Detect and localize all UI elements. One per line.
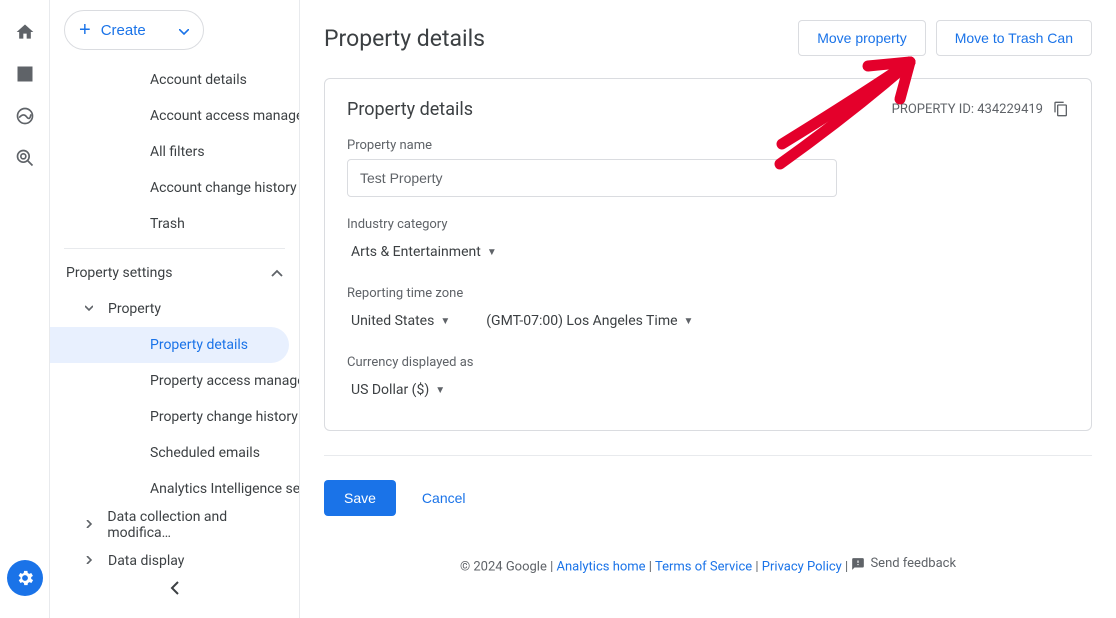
timezone-label: Reporting time zone xyxy=(347,286,1069,301)
create-label: Create xyxy=(101,22,146,39)
timezone-country-select[interactable]: United States ▼ xyxy=(347,307,454,335)
sidebar-item-scheduled-emails[interactable]: Scheduled emails xyxy=(50,435,299,471)
industry-label: Industry category xyxy=(347,217,1069,232)
sidebar-item-analytics-intelligence[interactable]: Analytics Intelligence sear… xyxy=(50,471,299,507)
caret-down-icon: ▼ xyxy=(435,385,445,396)
sidebar-item-property-change-history[interactable]: Property change history xyxy=(50,399,299,435)
plus-icon: + xyxy=(79,19,91,42)
property-details-card: PROPERTY ID: 434229419 Property details … xyxy=(324,78,1092,431)
property-id: PROPERTY ID: 434229419 xyxy=(892,101,1069,117)
caret-right-icon xyxy=(84,520,93,531)
cancel-button[interactable]: Cancel xyxy=(414,482,474,514)
caret-right-icon xyxy=(84,556,94,567)
create-button[interactable]: + Create xyxy=(64,10,204,50)
send-feedback-button[interactable]: Send feedback xyxy=(851,556,956,571)
copy-icon[interactable] xyxy=(1053,101,1069,117)
sidebar-section-property-settings[interactable]: Property settings xyxy=(50,255,299,291)
footer-privacy-link[interactable]: Privacy Policy xyxy=(762,560,842,575)
footer-copyright: © 2024 Google xyxy=(460,560,547,575)
sidebar-item-property-access[interactable]: Property access managem… xyxy=(50,363,299,399)
advertising-icon[interactable] xyxy=(15,148,35,168)
caret-down-icon: ▼ xyxy=(440,316,450,327)
feedback-icon xyxy=(851,557,865,571)
divider xyxy=(324,455,1092,456)
property-name-label: Property name xyxy=(347,138,1069,153)
footer-analytics-home-link[interactable]: Analytics home xyxy=(557,560,646,575)
sidebar-item-account-change-history[interactable]: Account change history xyxy=(50,170,299,206)
move-property-button[interactable]: Move property xyxy=(798,20,925,56)
explore-icon[interactable] xyxy=(15,106,35,126)
sidebar-item-property[interactable]: Property xyxy=(50,291,299,327)
sidebar-item-property-details[interactable]: Property details xyxy=(50,327,289,363)
caret-down-icon: ▼ xyxy=(684,316,694,327)
home-icon[interactable] xyxy=(15,22,35,42)
main-content: Property details Move property Move to T… xyxy=(300,0,1116,618)
collapse-sidebar-button[interactable] xyxy=(161,571,189,608)
sidebar-item-trash[interactable]: Trash xyxy=(50,206,299,242)
currency-select[interactable]: US Dollar ($) ▼ xyxy=(347,376,449,404)
sidebar-item-account-details[interactable]: Account details xyxy=(50,62,299,98)
industry-select[interactable]: Arts & Entertainment ▼ xyxy=(347,238,501,266)
footer: © 2024 Google | Analytics home | Terms o… xyxy=(324,556,1092,585)
reports-icon[interactable] xyxy=(15,64,35,84)
move-to-trash-button[interactable]: Move to Trash Can xyxy=(936,20,1092,56)
left-rail xyxy=(0,0,50,618)
sidebar: + Create Account details Account access … xyxy=(50,0,300,618)
page-title: Property details xyxy=(324,25,788,52)
currency-label: Currency displayed as xyxy=(347,355,1069,370)
timezone-select[interactable]: (GMT-07:00) Los Angeles Time ▼ xyxy=(482,307,697,335)
caret-down-small-icon xyxy=(84,304,94,315)
divider xyxy=(64,248,285,249)
caret-down-icon: ▼ xyxy=(487,247,497,258)
sidebar-item-account-access[interactable]: Account access managem… xyxy=(50,98,299,134)
property-name-input[interactable] xyxy=(347,159,837,197)
footer-tos-link[interactable]: Terms of Service xyxy=(655,560,752,575)
sidebar-item-all-filters[interactable]: All filters xyxy=(50,134,299,170)
save-button[interactable]: Save xyxy=(324,480,396,516)
sidebar-item-data-collection[interactable]: Data collection and modifica… xyxy=(50,507,299,543)
chevron-up-icon xyxy=(271,265,283,281)
admin-gear-button[interactable] xyxy=(7,560,43,596)
caret-down-icon xyxy=(179,22,189,39)
